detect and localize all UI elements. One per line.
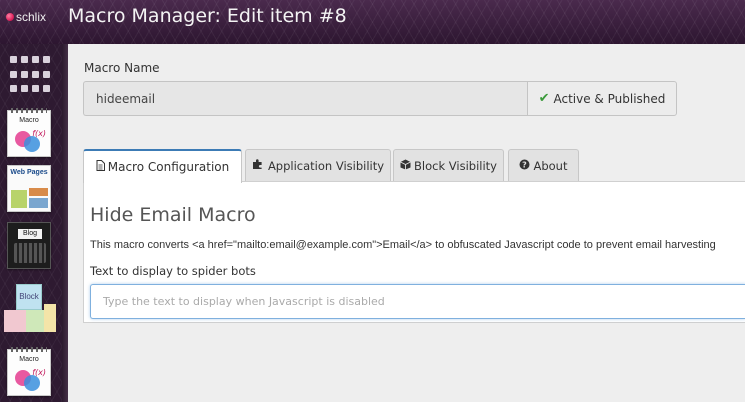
- logo-mark-icon: [6, 13, 14, 21]
- sidebar-item-label: Macro: [19, 117, 39, 124]
- macro-name-input[interactable]: [83, 81, 528, 116]
- tab-label: Block Visibility: [414, 159, 497, 173]
- app-grid-icon[interactable]: [10, 56, 50, 96]
- tab-label: Application Visibility: [267, 159, 385, 173]
- tab-about[interactable]: ? About: [508, 149, 579, 182]
- typewriter-icon: [14, 243, 46, 263]
- macro-configuration-panel: Hide Email Macro This macro converts <a …: [83, 181, 745, 323]
- schlix-logo[interactable]: schlix: [6, 10, 46, 24]
- tab-label: Macro Configuration: [107, 160, 230, 174]
- cube-icon: [400, 159, 411, 173]
- tab-label: About: [533, 159, 568, 173]
- sidebar-item-block[interactable]: Block: [4, 284, 56, 336]
- web-pages-icon: [11, 190, 27, 208]
- svg-text:?: ?: [523, 160, 528, 169]
- top-header: schlix Macro Manager: Edit item #8: [0, 0, 745, 44]
- puzzle-icon: [252, 159, 265, 173]
- function-icon: f(x): [32, 129, 46, 138]
- check-icon: ✔: [538, 91, 550, 106]
- logo-text: schlix: [16, 10, 47, 24]
- sidebar-item-macro-2[interactable]: Macro f(x): [7, 347, 51, 396]
- status-label: Active & Published: [553, 91, 666, 106]
- app-sidebar: Macro f(x) Web Pages Blog Block Macro f(…: [0, 44, 62, 402]
- sidebar-item-label: Block: [19, 292, 39, 301]
- sidebar-item-web-pages[interactable]: Web Pages: [7, 165, 51, 212]
- main-content: Macro Name ✔ Active & Published Macro Co…: [68, 44, 745, 402]
- sidebar-item-macro[interactable]: Macro f(x): [7, 108, 51, 157]
- sidebar-item-label: Macro: [19, 356, 39, 363]
- page-title: Macro Manager: Edit item #8: [68, 5, 347, 27]
- tab-macro-configuration[interactable]: Macro Configuration: [83, 149, 242, 183]
- sidebar-item-label: Blog: [18, 229, 42, 239]
- question-circle-icon: ?: [519, 159, 530, 173]
- panel-title: Hide Email Macro: [90, 204, 256, 226]
- tab-block-visibility[interactable]: Block Visibility: [393, 149, 504, 182]
- sidebar-item-label: Web Pages: [10, 169, 48, 176]
- spider-text-label: Text to display to spider bots: [90, 264, 256, 278]
- macro-name-label: Macro Name: [84, 61, 160, 75]
- active-published-button[interactable]: ✔ Active & Published: [527, 81, 677, 116]
- spider-text-input[interactable]: [90, 284, 745, 319]
- sidebar-item-blog[interactable]: Blog: [7, 222, 51, 269]
- file-icon: [96, 160, 105, 174]
- function-icon: f(x): [32, 368, 46, 377]
- tab-application-visibility[interactable]: Application Visibility: [245, 149, 391, 182]
- panel-description: This macro converts <a href="mailto:emai…: [90, 239, 716, 251]
